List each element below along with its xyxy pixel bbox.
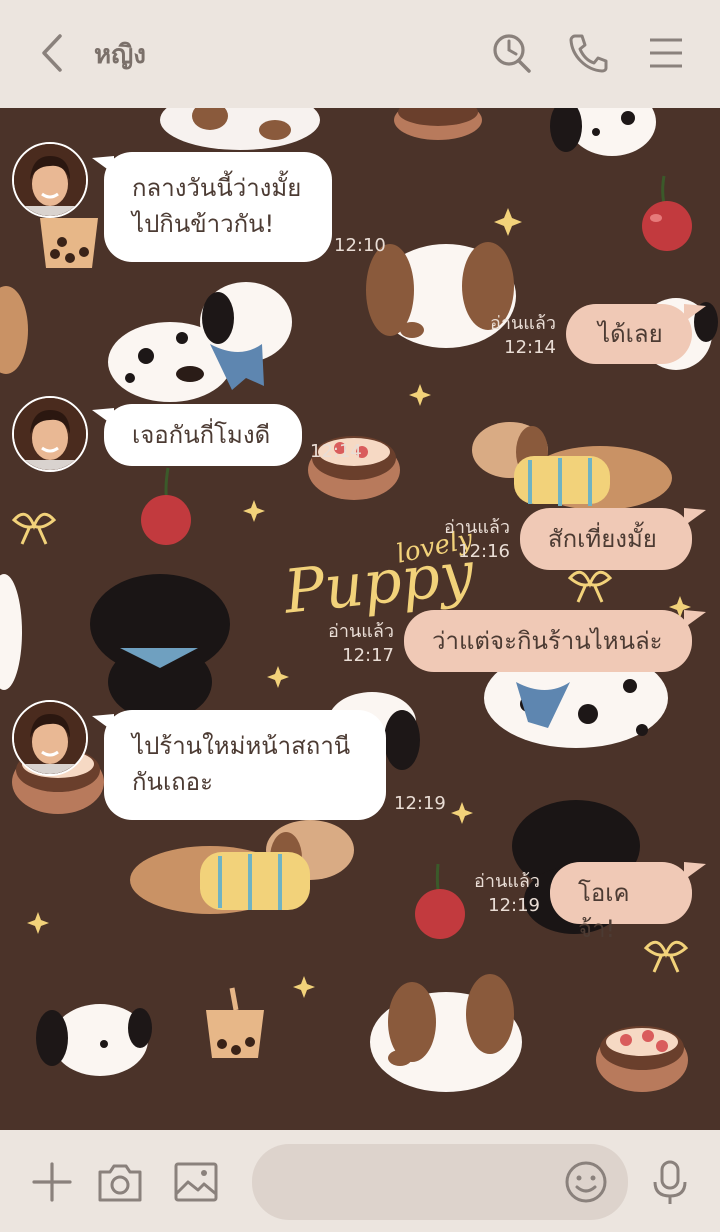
cherry-illustration [642, 175, 692, 251]
bubble-tea-illustration [40, 218, 98, 268]
chat-header: หญิง [0, 0, 720, 108]
dalmatian-head-top-right [550, 108, 656, 156]
bubble-tail [684, 304, 706, 322]
chat-area[interactable]: lovely Puppy กลางวันนี้ว่างมั้ย ไปกินข้า… [0, 108, 720, 1130]
microphone-icon[interactable] [646, 1158, 694, 1206]
bubble-tea-illustration-2 [206, 987, 264, 1058]
chat-input-bar [0, 1130, 720, 1232]
message-text-line: กันเถอะ [132, 768, 213, 796]
message-bubble-incoming[interactable]: ไปร้านใหม่หน้าสถานี กันเถอะ [104, 710, 386, 820]
read-receipt: อ่านแล้ว [490, 313, 556, 334]
black-poodle-illustration [90, 574, 230, 720]
dalmatian-head-bottom-left [36, 1004, 152, 1076]
dachshund-illustration-lower [130, 820, 354, 914]
plus-icon[interactable] [28, 1158, 76, 1206]
spaniel-illustration-bottom [370, 974, 522, 1092]
contact-name[interactable]: หญิง [94, 34, 146, 75]
avatar-photo [14, 144, 86, 216]
cake-illustration-bottom-right [596, 1026, 688, 1092]
read-receipt: อ่านแล้ว [474, 871, 540, 892]
camera-icon[interactable] [96, 1158, 144, 1206]
message-text: ว่าแต่จะกินร้านไหนล่ะ [432, 627, 663, 655]
read-receipt: อ่านแล้ว [444, 517, 510, 538]
message-time: 12:19 [488, 895, 540, 916]
menu-icon[interactable] [644, 30, 688, 76]
dalmatian-with-scarf [108, 282, 292, 402]
cherry-illustration-2 [141, 467, 191, 545]
message-time: 12:19 [394, 793, 446, 814]
message-bubble-outgoing[interactable]: สักเที่ยงมั้ย [520, 508, 692, 570]
dog-edge-left-2 [0, 574, 22, 690]
message-text-line: ไปร้านใหม่หน้าสถานี [132, 732, 351, 760]
chat-screen: หญิง lovely Puppy กลางวันนี้ว่างมั้ย ไปก… [0, 0, 720, 1232]
message-text-line: ไปกินข้าวกัน! [132, 210, 275, 238]
emoji-icon[interactable] [562, 1158, 610, 1206]
message-text: สักเที่ยงมั้ย [548, 525, 657, 553]
bubble-tail [684, 508, 706, 526]
message-bubble-outgoing[interactable]: ว่าแต่จะกินร้านไหนล่ะ [404, 610, 692, 672]
message-time: 12:10 [334, 235, 386, 256]
bubble-tail [684, 610, 706, 628]
message-bubble-incoming[interactable]: กลางวันนี้ว่างมั้ย ไปกินข้าวกัน! [104, 152, 332, 262]
avatar-photo [14, 702, 86, 774]
message-time: 12:16 [458, 541, 510, 562]
image-icon[interactable] [172, 1158, 220, 1206]
bubble-tail [684, 862, 706, 880]
dachshund-illustration-right [472, 422, 672, 510]
message-text: เจอกันกี่โมงดี [132, 421, 271, 449]
back-arrow-icon[interactable] [34, 30, 74, 76]
message-bubble-incoming[interactable]: เจอกันกี่โมงดี [104, 404, 302, 466]
phone-icon[interactable] [566, 30, 610, 76]
message-time: 12:14 [504, 337, 556, 358]
message-bubble-outgoing[interactable]: โอเคจ้า! [550, 862, 692, 943]
read-receipt: อ่านแล้ว [328, 621, 394, 642]
avatar[interactable] [12, 142, 88, 218]
message-time: 12:14 [310, 441, 362, 462]
dog-edge-left [0, 286, 28, 374]
cake-illustration-top [394, 108, 482, 140]
avatar[interactable] [12, 396, 88, 472]
avatar-photo [14, 398, 86, 470]
message-bubble-outgoing[interactable]: ได้เลย [566, 304, 692, 364]
message-text: ได้เลย [598, 320, 663, 348]
avatar[interactable] [12, 700, 88, 776]
dog-illustration-top-left [160, 108, 320, 150]
message-text-line: กลางวันนี้ว่างมั้ย [132, 174, 302, 202]
message-time: 12:17 [342, 645, 394, 666]
clock-search-icon[interactable] [490, 30, 534, 76]
